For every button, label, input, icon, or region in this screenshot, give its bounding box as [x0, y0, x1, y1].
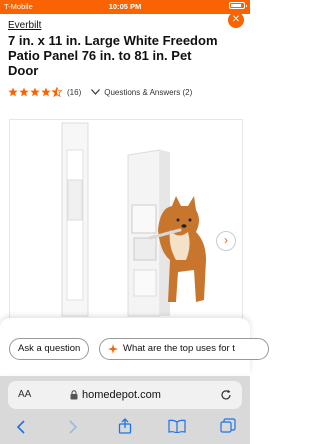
status-indicators — [229, 2, 247, 9]
reload-button[interactable] — [220, 388, 232, 406]
url-display[interactable]: homedepot.com — [70, 389, 161, 401]
back-button[interactable] — [16, 420, 26, 439]
star-icon — [30, 87, 40, 97]
url-text: homedepot.com — [82, 389, 161, 401]
tabs-icon — [220, 418, 236, 433]
next-image-button[interactable]: › — [216, 231, 236, 251]
star-icon — [41, 87, 51, 97]
pet-door-illustration — [61, 122, 206, 317]
brand-link[interactable]: Everbilt — [8, 20, 41, 31]
ask-question-chip[interactable]: Ask a question — [9, 338, 90, 360]
qa-link[interactable]: Questions & Answers (2) — [91, 88, 192, 97]
share-icon — [118, 418, 132, 434]
battery-icon — [229, 2, 247, 9]
reload-icon — [221, 389, 231, 400]
share-button[interactable] — [118, 418, 132, 439]
close-button[interactable]: ✕ — [228, 12, 244, 28]
forward-icon — [69, 420, 78, 434]
qa-label: Questions & Answers (2) — [104, 87, 193, 97]
status-bar: T-Mobile 10:05 PM — [0, 0, 250, 14]
bookmarks-button[interactable] — [168, 419, 186, 438]
clock: 10:05 PM — [108, 2, 142, 11]
rating-row: (16) Questions & Answers (2) — [8, 87, 192, 97]
star-half-icon — [52, 87, 62, 97]
top-uses-label: What are the top uses for t — [123, 343, 235, 354]
lock-icon — [70, 390, 78, 400]
review-count[interactable]: (16) — [67, 88, 81, 97]
product-image[interactable] — [9, 119, 243, 319]
close-icon: ✕ — [231, 14, 241, 25]
chevron-down-icon — [91, 89, 101, 95]
bookmarks-icon — [168, 419, 186, 434]
star-icon — [8, 87, 18, 97]
reader-aa-button[interactable]: AA — [18, 389, 31, 400]
sparkle-icon — [108, 344, 118, 354]
top-uses-chip[interactable]: What are the top uses for t — [99, 338, 269, 360]
forward-button[interactable] — [68, 420, 78, 439]
star-icon — [19, 87, 29, 97]
chevron-right-icon: › — [224, 233, 228, 247]
star-rating[interactable] — [8, 87, 62, 97]
tabs-button[interactable] — [220, 418, 236, 439]
back-icon — [16, 420, 25, 434]
product-title: 7 in. x 11 in. Large White Freedom Patio… — [8, 33, 218, 78]
